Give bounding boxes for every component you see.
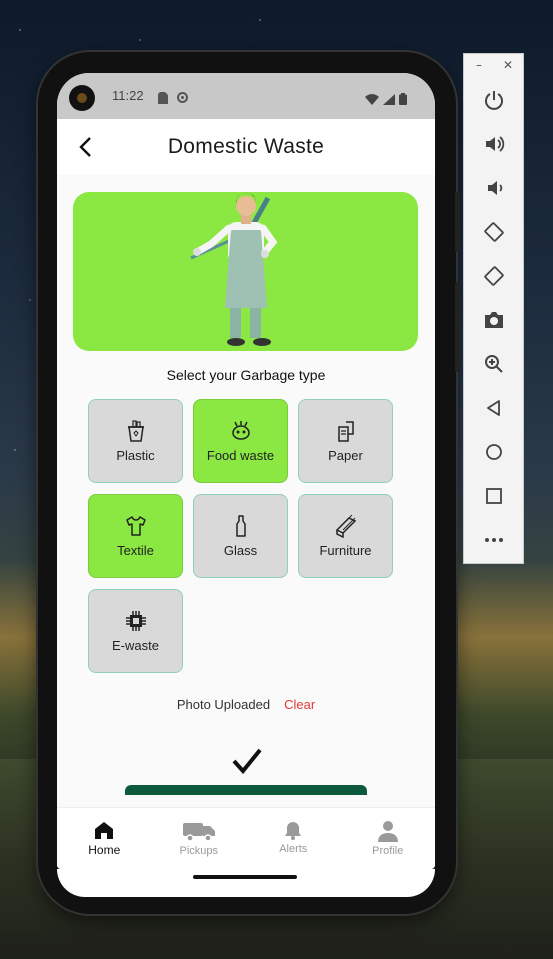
- signal-icon: [383, 90, 395, 109]
- nav-home-button[interactable]: [464, 430, 523, 474]
- nav-home[interactable]: Home: [57, 808, 152, 869]
- person-icon: [377, 821, 398, 842]
- more-icon: [484, 538, 503, 542]
- app-bar: Domestic Waste: [57, 119, 435, 175]
- emulator-toolbar: – ✕: [463, 53, 524, 564]
- zoom-button[interactable]: [464, 342, 523, 386]
- power-side-button[interactable]: [455, 192, 460, 252]
- wifi-icon: [365, 90, 379, 109]
- photo-upload-status: Photo Uploaded: [176, 697, 271, 712]
- submit-button[interactable]: [125, 785, 367, 795]
- tile-label: Glass: [223, 543, 258, 558]
- checkmark-icon: [232, 748, 262, 778]
- tile-label: Plastic: [116, 448, 155, 463]
- gesture-area: [57, 869, 435, 897]
- nav-pickups[interactable]: Pickups: [152, 808, 247, 869]
- bottle-icon: [235, 515, 246, 537]
- more-button[interactable]: [464, 518, 523, 562]
- garbage-type-e-waste[interactable]: E-waste: [88, 589, 183, 673]
- power-button[interactable]: [464, 78, 523, 122]
- hero-banner: [73, 192, 418, 351]
- garbage-type-plastic[interactable]: Plastic: [88, 399, 183, 483]
- chip-icon: [125, 611, 146, 631]
- overview-icon: [485, 488, 502, 504]
- home-indicator[interactable]: [193, 875, 297, 879]
- home-circle-icon: [485, 444, 502, 460]
- back-button[interactable]: [71, 133, 99, 161]
- nav-profile[interactable]: Profile: [341, 808, 436, 869]
- close-icon[interactable]: ✕: [503, 58, 513, 78]
- garbage-type-glass[interactable]: Glass: [193, 494, 288, 578]
- sim-card-icon: [158, 89, 168, 108]
- phone-screen: 11:22 Domestic Waste Select your Garbage…: [57, 73, 435, 869]
- volume-down-button[interactable]: [464, 166, 523, 210]
- status-time: 11:22: [112, 88, 144, 103]
- rotate-right-button[interactable]: [464, 254, 523, 298]
- tile-label: E-waste: [112, 638, 159, 653]
- volume-up-button[interactable]: [464, 122, 523, 166]
- tile-label: Paper: [328, 448, 363, 463]
- wood-planks-icon: [335, 514, 356, 538]
- truck-icon: [182, 823, 215, 842]
- rotate-left-icon: [483, 222, 504, 242]
- volume-up-icon: [485, 136, 504, 152]
- section-title: Select your Garbage type: [166, 367, 326, 383]
- nav-label: Profile: [372, 845, 404, 857]
- page-title: Domestic Waste: [167, 135, 325, 158]
- tile-label: Furniture: [319, 543, 372, 558]
- settings-status-icon: [176, 89, 189, 108]
- photo-upload-row: Photo Uploaded Clear: [57, 697, 435, 712]
- rotate-right-icon: [483, 266, 504, 286]
- front-camera: [69, 85, 95, 111]
- cleaner-illustration: [190, 192, 278, 346]
- nav-label: Pickups: [179, 845, 219, 857]
- volume-side-button[interactable]: [455, 282, 460, 372]
- clear-photo-link[interactable]: Clear: [284, 697, 315, 712]
- bell-icon: [285, 822, 302, 840]
- chevron-left-icon: [79, 137, 91, 157]
- nav-back-button[interactable]: [464, 386, 523, 430]
- camera-icon: [484, 312, 503, 328]
- tile-label: Food waste: [206, 448, 275, 463]
- power-icon: [484, 91, 503, 110]
- garbage-type-paper[interactable]: Paper: [298, 399, 393, 483]
- nav-label: Alerts: [279, 843, 308, 855]
- garbage-type-furniture[interactable]: Furniture: [298, 494, 393, 578]
- paper-icon: [337, 421, 354, 442]
- plastic-bin-icon: [127, 420, 144, 442]
- home-icon: [95, 822, 114, 839]
- nav-label: Home: [88, 843, 121, 857]
- garbage-type-textile[interactable]: Textile: [88, 494, 183, 578]
- rotate-left-button[interactable]: [464, 210, 523, 254]
- nav-alerts[interactable]: Alerts: [246, 808, 341, 869]
- back-icon: [486, 400, 500, 416]
- food-waste-icon: [231, 421, 250, 440]
- overview-button[interactable]: [464, 474, 523, 518]
- shirt-icon: [125, 516, 146, 536]
- volume-down-icon: [487, 181, 502, 195]
- bottom-navigation: Home Pickups Alerts Profile: [57, 807, 435, 869]
- tile-label: Textile: [117, 543, 154, 558]
- garbage-type-food-waste[interactable]: Food waste: [193, 399, 288, 483]
- minimize-icon[interactable]: –: [476, 58, 482, 78]
- status-bar: 11:22: [57, 73, 435, 119]
- screenshot-button[interactable]: [464, 298, 523, 342]
- zoom-icon: [484, 355, 503, 373]
- phone-frame: 11:22 Domestic Waste Select your Garbage…: [38, 52, 460, 914]
- battery-icon: [399, 90, 407, 109]
